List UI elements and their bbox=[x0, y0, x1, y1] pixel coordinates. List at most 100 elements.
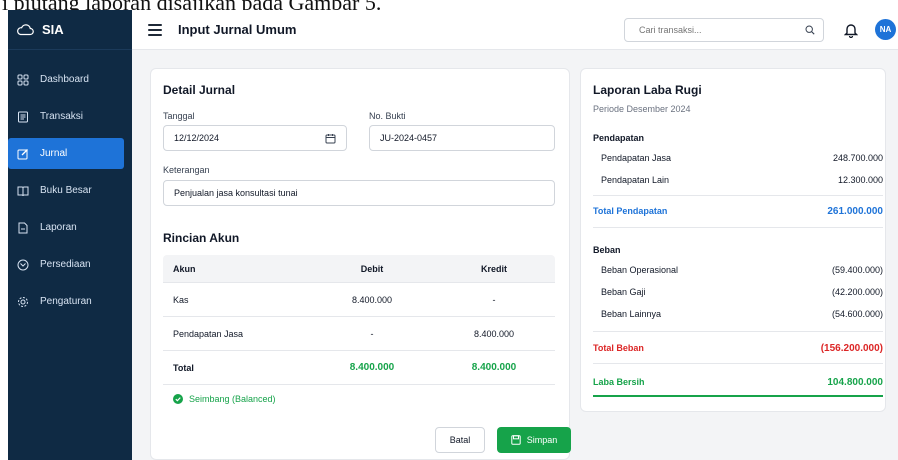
divider bbox=[593, 227, 883, 228]
save-button[interactable]: Simpan bbox=[497, 427, 571, 453]
menu-icon[interactable] bbox=[148, 23, 162, 36]
expense-label: Beban Lainnya bbox=[601, 309, 662, 319]
cell-account: Kas bbox=[173, 294, 189, 305]
journal-form-card: Detail Jurnal Tanggal 12/12/2024 No. Buk… bbox=[150, 68, 571, 460]
revenue-value: 248.700.000 bbox=[832, 153, 883, 163]
main-content: Detail Jurnal Tanggal 12/12/2024 No. Buk… bbox=[132, 50, 898, 460]
cancel-button[interactable]: Batal bbox=[435, 427, 485, 453]
date-label: Tanggal bbox=[163, 111, 195, 121]
income-statement-card: Laporan Laba Rugi Periode Desember 2024 … bbox=[580, 68, 886, 412]
net-income-underline bbox=[593, 395, 883, 397]
cell-debit: 8.400.000 bbox=[351, 294, 393, 305]
save-label: Simpan bbox=[526, 435, 558, 445]
cell-debit: - bbox=[370, 328, 374, 339]
total-revenue-row: Total Pendapatan 261.000.000 bbox=[593, 206, 883, 217]
expense-value: (54.600.000) bbox=[831, 309, 883, 319]
bell-icon[interactable] bbox=[844, 22, 858, 38]
total-expense-row: Total Beban (156.200.000) bbox=[593, 343, 883, 354]
calendar-icon[interactable] bbox=[325, 133, 336, 144]
sidebar-item-pengaturan[interactable]: Pengaturan bbox=[8, 286, 132, 317]
column-header-account: Akun bbox=[173, 263, 196, 274]
net-income-row: Laba Bersih 104.800.000 bbox=[593, 377, 883, 388]
description-value: Penjualan jasa konsultasi tunai bbox=[174, 188, 298, 198]
date-field[interactable]: 12/12/2024 bbox=[163, 125, 347, 151]
app-name: SIA bbox=[42, 22, 64, 37]
search-icon[interactable] bbox=[805, 25, 815, 35]
description-field[interactable]: Penjualan jasa konsultasi tunai bbox=[163, 180, 555, 206]
sidebar-item-laporan[interactable]: Laporan bbox=[8, 212, 132, 243]
table-total-row: Total 8.400.000 8.400.000 bbox=[163, 351, 555, 385]
account-details-title: Rincian Akun bbox=[163, 231, 240, 245]
edit-icon bbox=[16, 147, 30, 161]
brand[interactable]: SIA bbox=[8, 10, 132, 50]
search-box[interactable] bbox=[624, 18, 824, 42]
sidebar-item-label: Laporan bbox=[40, 222, 77, 233]
expense-row: Beban Lainnya (54.600.000) bbox=[593, 309, 883, 319]
grid-icon bbox=[16, 73, 30, 87]
income-statement-title: Laporan Laba Rugi bbox=[593, 83, 702, 97]
total-revenue-value: 261.000.000 bbox=[827, 206, 883, 217]
cell-credit: - bbox=[492, 294, 496, 305]
net-income-label: Laba Bersih bbox=[593, 377, 645, 387]
sidebar-item-transaksi[interactable]: Transaksi bbox=[8, 101, 132, 132]
gear-icon bbox=[16, 295, 30, 309]
column-header-debit: Debit bbox=[360, 263, 384, 274]
journal-table: Akun Debit Kredit Kas 8.400.000 - Pendap… bbox=[163, 255, 555, 413]
balance-status: Seimbang (Balanced) bbox=[163, 385, 555, 413]
total-credit: 8.400.000 bbox=[471, 362, 517, 373]
cell-account: Pendapatan Jasa bbox=[173, 328, 244, 339]
search-input[interactable] bbox=[639, 25, 805, 35]
sidebar-item-label: Pengaturan bbox=[40, 296, 92, 307]
sidebar-item-label: Jurnal bbox=[40, 148, 68, 159]
balance-text: Seimbang (Balanced) bbox=[189, 394, 276, 404]
sidebar: SIA Dashboard Transaksi Jurnal Buku Besa… bbox=[8, 10, 132, 460]
sidebar-item-label: Transaksi bbox=[40, 111, 83, 122]
sidebar-item-dashboard[interactable]: Dashboard bbox=[8, 64, 132, 95]
net-income-value: 104.800.000 bbox=[827, 377, 883, 388]
book-icon bbox=[16, 184, 30, 198]
revenue-row: Pendapatan Jasa 248.700.000 bbox=[593, 153, 883, 163]
expense-label: Beban Operasional bbox=[601, 265, 679, 275]
file-icon bbox=[16, 221, 30, 235]
total-debit: 8.400.000 bbox=[349, 362, 395, 373]
save-icon bbox=[511, 435, 521, 445]
topbar: Input Jurnal Umum NA bbox=[132, 10, 898, 50]
avatar[interactable]: NA bbox=[875, 19, 896, 40]
table-row[interactable]: Pendapatan Jasa - 8.400.000 bbox=[163, 317, 555, 351]
voucher-number-label: No. Bukti bbox=[369, 111, 406, 121]
revenue-label: Pendapatan Jasa bbox=[601, 153, 672, 163]
total-expense-label: Total Beban bbox=[593, 343, 644, 353]
revenue-row: Pendapatan Lain 12.300.000 bbox=[593, 175, 883, 185]
sidebar-item-jurnal[interactable]: Jurnal bbox=[8, 138, 124, 169]
sidebar-item-buku-besar[interactable]: Buku Besar bbox=[8, 175, 132, 206]
expense-section-title: Beban bbox=[593, 245, 621, 255]
divider bbox=[593, 331, 883, 332]
receipt-icon bbox=[16, 110, 30, 124]
check-circle-icon bbox=[173, 394, 183, 404]
expense-value: (59.400.000) bbox=[831, 265, 883, 275]
period-text: Periode Desember 2024 bbox=[593, 104, 691, 114]
divider bbox=[593, 363, 883, 364]
sidebar-item-label: Buku Besar bbox=[40, 185, 92, 196]
expense-row: Beban Gaji (42.200.000) bbox=[593, 287, 883, 297]
cell-credit: 8.400.000 bbox=[473, 328, 515, 339]
voucher-number-value: JU-2024-0457 bbox=[380, 133, 438, 143]
voucher-number-field[interactable]: JU-2024-0457 bbox=[369, 125, 555, 151]
sidebar-item-label: Persediaan bbox=[40, 259, 91, 270]
box-icon bbox=[16, 258, 30, 272]
sidebar-item-persediaan[interactable]: Persediaan bbox=[8, 249, 132, 280]
total-expense-value: (156.200.000) bbox=[820, 343, 883, 354]
revenue-label: Pendapatan Lain bbox=[601, 175, 670, 185]
column-header-credit: Kredit bbox=[480, 263, 507, 274]
revenue-value: 12.300.000 bbox=[837, 175, 883, 185]
sidebar-nav: Dashboard Transaksi Jurnal Buku Besar La… bbox=[8, 50, 132, 317]
table-row[interactable]: Kas 8.400.000 - bbox=[163, 283, 555, 317]
divider bbox=[593, 195, 883, 196]
expense-value: (42.200.000) bbox=[831, 287, 883, 297]
date-value: 12/12/2024 bbox=[174, 133, 220, 143]
total-revenue-label: Total Pendapatan bbox=[593, 206, 668, 216]
page-title: Input Jurnal Umum bbox=[178, 22, 297, 37]
table-header: Akun Debit Kredit bbox=[163, 255, 555, 283]
description-label: Keterangan bbox=[163, 165, 210, 175]
revenue-section-title: Pendapatan bbox=[593, 133, 645, 143]
